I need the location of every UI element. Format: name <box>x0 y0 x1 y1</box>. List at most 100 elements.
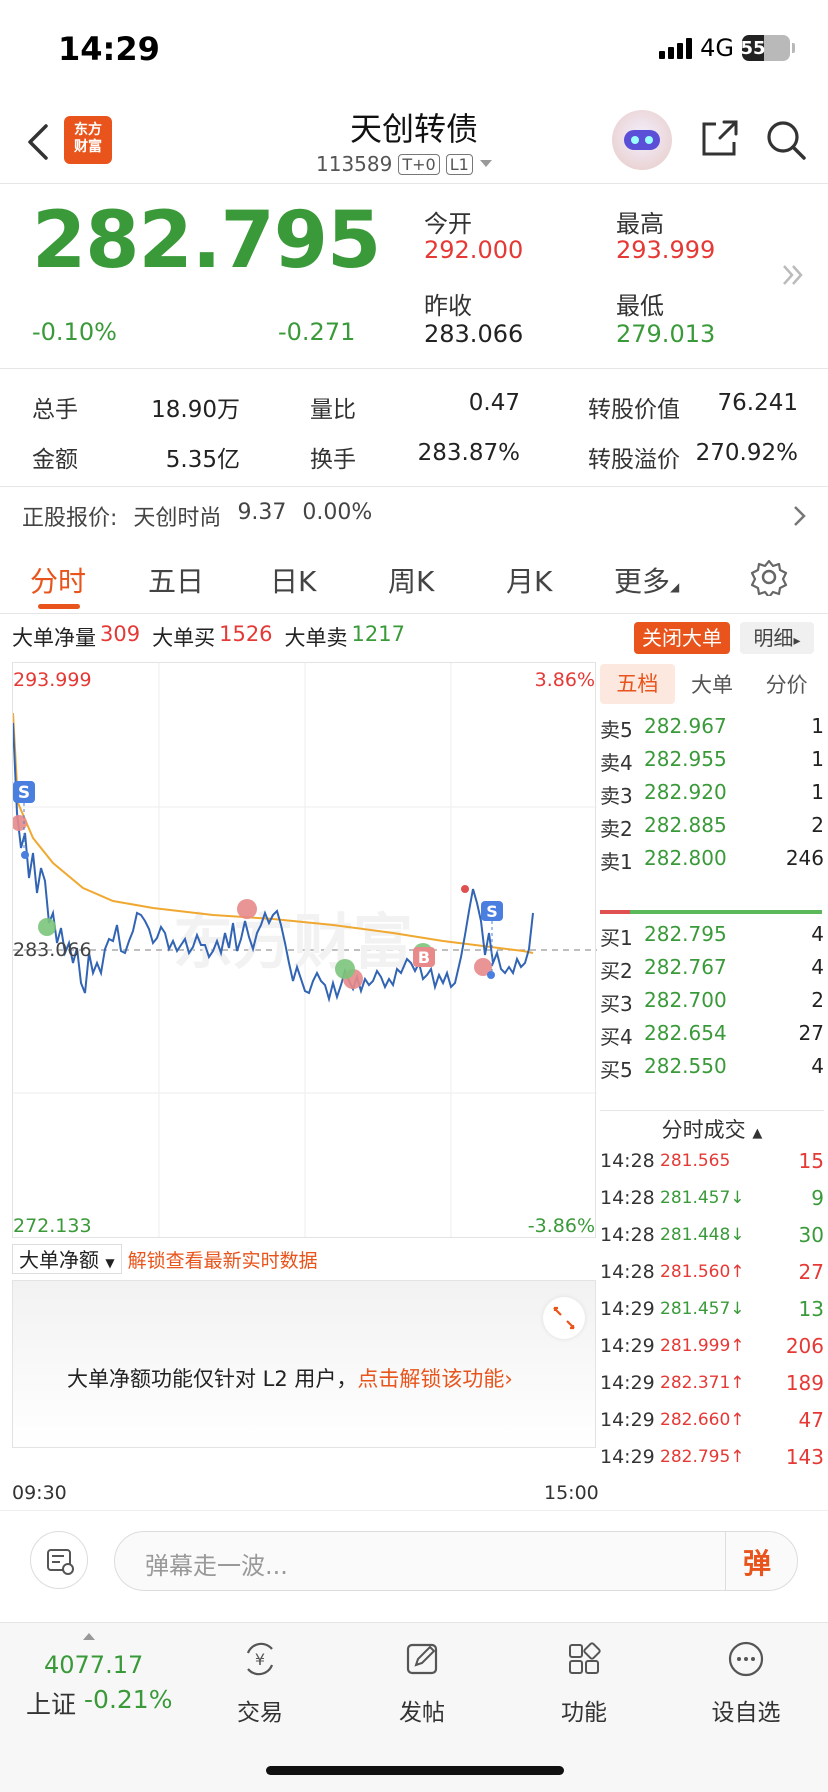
buy-level-row[interactable]: 买3 282.700 2 <box>600 988 824 1018</box>
stat-value: 18.90万 <box>151 397 240 423</box>
buy-level-row[interactable]: 买4 282.654 27 <box>600 1021 824 1051</box>
l2-unlock-link[interactable]: 点击解锁该功能 <box>357 1367 504 1391</box>
trade-time: 14:28 <box>600 1224 655 1246</box>
high-label: 最高 <box>616 210 664 238</box>
sell-level-row[interactable]: 卖4 282.955 1 <box>600 747 824 777</box>
high-value: 293.999 <box>616 236 716 264</box>
level-label: 卖3 <box>600 784 633 808</box>
underlying-stock-row[interactable]: 正股报价: 天创时尚 9.37 0.00% <box>22 500 372 532</box>
trade-volume: 9 <box>811 1186 824 1210</box>
level-tag: L1 <box>445 153 473 175</box>
trade-time: 14:28 <box>600 1150 655 1172</box>
tab-intraday[interactable]: 分时 <box>30 560 86 600</box>
assistant-avatar-icon[interactable] <box>612 110 672 170</box>
trade-volume: 206 <box>785 1334 824 1358</box>
buy-level-row[interactable]: 买5 282.550 4 <box>600 1054 824 1084</box>
security-code-row[interactable]: 113589 T+0 L1 <box>316 152 493 176</box>
expand-icon[interactable] <box>543 1297 585 1339</box>
share-icon[interactable] <box>698 118 740 160</box>
tab-monthly-k[interactable]: 月K <box>506 560 552 600</box>
trade-volume: 13 <box>798 1297 824 1321</box>
tab-price-dist[interactable]: 分价 <box>749 669 824 699</box>
index-value[interactable]: 4077.17 <box>44 1651 143 1679</box>
trade-price: 281.457↓ <box>660 1188 745 1208</box>
trade-price: 282.660↑ <box>660 1410 745 1430</box>
level-volume: 4 <box>811 922 824 946</box>
sell-level-row[interactable]: 卖5 282.967 1 <box>600 714 824 744</box>
tab-five-day[interactable]: 五日 <box>148 560 204 600</box>
open-value: 292.000 <box>424 236 524 264</box>
tab-underline <box>38 604 80 609</box>
expand-chevron-icon[interactable] <box>780 262 806 288</box>
buy-level-row[interactable]: 买2 282.767 4 <box>600 955 824 985</box>
nav-functions[interactable]: 功能 <box>534 1639 634 1727</box>
nav-trade[interactable]: ¥ 交易 <box>210 1639 310 1727</box>
tab-big-orders[interactable]: 大单 <box>675 669 750 699</box>
trade-row: 14:28 281.448↓ 30 <box>600 1220 824 1250</box>
search-icon[interactable] <box>764 118 808 162</box>
tab-weekly-k[interactable]: 周K <box>388 560 434 600</box>
stat-label: 换手 <box>310 447 356 473</box>
level-volume: 2 <box>811 988 824 1012</box>
stat-value: 270.92% <box>695 440 798 466</box>
trade-row: 14:28 281.560↑ 27 <box>600 1257 824 1287</box>
danmu-input[interactable]: 弹幕走一波... 弹 <box>114 1531 798 1591</box>
chevron-right-icon[interactable] <box>792 504 808 528</box>
trade-volume: 143 <box>785 1445 824 1469</box>
order-book: 五档 大单 分价 卖5 282.967 1 卖4 282.955 1 卖3 282.920 1 卖… <box>600 662 824 1469</box>
low-value: 279.013 <box>616 320 716 348</box>
danmu-placeholder: 弹幕走一波... <box>145 1552 288 1580</box>
settings-gear-icon[interactable] <box>750 558 788 596</box>
detail-button[interactable]: 明细▸ <box>740 622 814 654</box>
trades-header[interactable]: 分时成交 ▲ <box>600 1114 824 1144</box>
nav-post[interactable]: 发帖 <box>372 1639 472 1727</box>
tab-five-levels[interactable]: 五档 <box>600 664 675 704</box>
nav-header: 东方 财富 天创转债 113589 T+0 L1 <box>0 100 828 184</box>
trade-volume: 15 <box>798 1149 824 1173</box>
index-row[interactable]: 上证 -0.21% <box>26 1685 172 1721</box>
battery-level: 55 <box>740 35 766 61</box>
stat-value: 5.35亿 <box>165 447 240 473</box>
net-amount-dropdown[interactable]: 大单净额 ▼ <box>12 1244 122 1274</box>
stock-name: 天创时尚 <box>133 506 222 531</box>
trade-volume: 189 <box>785 1371 824 1395</box>
level-volume: 1 <box>811 714 824 738</box>
nav-add-watchlist[interactable]: 设自选 <box>696 1639 796 1727</box>
trade-time: 14:29 <box>600 1372 655 1394</box>
sell-level-row[interactable]: 卖3 282.920 1 <box>600 780 824 810</box>
close-big-order-button[interactable]: 关闭大单 <box>634 622 730 654</box>
tab-daily-k[interactable]: 日K <box>270 560 316 600</box>
trade-icon: ¥ <box>246 1642 274 1676</box>
change-amount: -0.271 <box>278 318 356 346</box>
trade-price: 281.999↑ <box>660 1336 745 1356</box>
send-danmu-button[interactable]: 弹 <box>743 1542 771 1582</box>
svg-text:S: S <box>18 783 30 803</box>
t0-tag: T+0 <box>398 153 440 175</box>
trade-time: 14:29 <box>600 1409 655 1431</box>
danmu-settings-icon[interactable] <box>30 1531 88 1589</box>
sell-level-row[interactable]: 卖1 282.800 246 <box>600 846 824 876</box>
level-volume: 1 <box>811 780 824 804</box>
stat-label: 金额 <box>32 447 78 473</box>
trade-price: 281.560↑ <box>660 1262 745 1282</box>
level-label: 买2 <box>600 959 633 983</box>
trade-volume: 30 <box>798 1223 824 1247</box>
trade-time: 14:28 <box>600 1261 655 1283</box>
tab-more[interactable]: 更多◢ <box>614 560 679 600</box>
home-indicator <box>266 1766 564 1775</box>
unlock-link[interactable]: 解锁查看最新实时数据 <box>128 1246 318 1273</box>
danmu-bar: 弹幕走一波... 弹 <box>0 1510 828 1610</box>
intraday-chart[interactable]: 东方财富 S B S 293.999 3.86% 283.066 272.133… <box>12 662 597 1238</box>
buy-level-row[interactable]: 买1 282.795 4 <box>600 922 824 952</box>
divider <box>0 368 828 369</box>
trade-row: 14:29 282.660↑ 47 <box>600 1405 824 1435</box>
sell-level-row[interactable]: 卖2 282.885 2 <box>600 813 824 843</box>
level-label: 买4 <box>600 1025 633 1049</box>
net-amount-panel: 大单净额功能仅针对 L2 用户，点击解锁该功能› <box>12 1280 596 1448</box>
svg-text:B: B <box>418 948 430 967</box>
last-price: 282.795 <box>32 196 381 286</box>
divider <box>0 486 828 487</box>
level-label: 卖5 <box>600 718 633 742</box>
trade-volume: 47 <box>798 1408 824 1432</box>
trade-price: 281.457↓ <box>660 1299 745 1319</box>
